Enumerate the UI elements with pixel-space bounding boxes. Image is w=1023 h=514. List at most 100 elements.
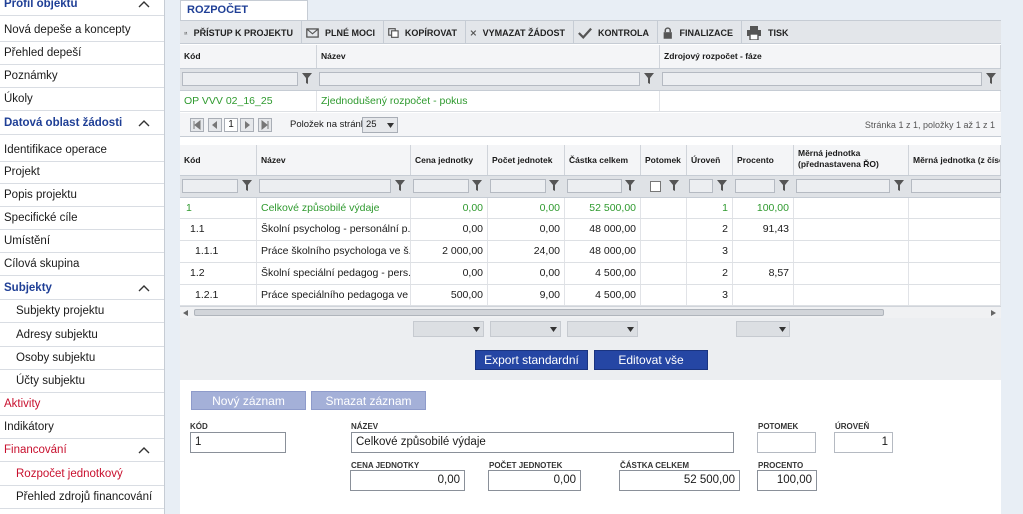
sidebar-item-financovani[interactable]: Financování (0, 439, 164, 462)
chevron-up-icon[interactable] (138, 0, 150, 11)
tab-rozpocet-jednotkovy[interactable]: ROZPOČET JEDNOTKOVÝ (180, 0, 308, 35)
kopirovat-button[interactable]: KOPÍROVAT (384, 21, 466, 44)
sidebar-item-osoby-subjektu[interactable]: Osoby subjektu (0, 347, 164, 370)
finalizace-button[interactable]: FINALIZACE (658, 21, 742, 44)
filter-icon[interactable] (717, 180, 727, 191)
sidebar-item-datova-oblast[interactable]: Datová oblast žádosti (0, 112, 164, 135)
sidebar-item-popis-projektu[interactable]: Popis projektu (0, 184, 164, 207)
filter-icon[interactable] (302, 73, 312, 84)
filter-icon[interactable] (894, 180, 904, 191)
filter-icon[interactable] (549, 180, 559, 191)
column-header-nazev[interactable]: Název (317, 45, 660, 68)
next-page-button[interactable] (240, 118, 254, 132)
table-row[interactable]: 1 Celkové způsobilé výdaje 0,00 0,00 52 … (180, 198, 1001, 219)
table-row[interactable]: 1.1 Školní psycholog - personální p... 0… (180, 219, 1001, 241)
sidebar-item-ukoly[interactable]: Úkoly (0, 88, 164, 111)
column-header-kod[interactable]: Kód (180, 145, 257, 175)
export-standardni-button[interactable]: Export standardní (475, 350, 588, 370)
kontrola-button[interactable]: KONTROLA (574, 21, 658, 44)
last-page-button[interactable] (258, 118, 272, 132)
filter-icon[interactable] (472, 180, 482, 191)
sidebar-item-profil-objektu[interactable]: Profil objektu (0, 0, 164, 16)
sidebar-item-poznamky[interactable]: Poznámky (0, 65, 164, 88)
vymazat-zadost-button[interactable]: VYMAZAT ŽÁDOST (466, 21, 574, 44)
tisk-button[interactable]: TISK (742, 21, 802, 44)
filter-icon[interactable] (242, 180, 252, 191)
smazat-zaznam-button[interactable]: Smazat záznam (311, 391, 426, 410)
filter-input[interactable] (182, 72, 298, 86)
table-row[interactable]: 1.1.1 Práce školního psychologa ve š... … (180, 241, 1001, 263)
sidebar-item-cilova-skupina[interactable]: Cílová skupina (0, 253, 164, 276)
scroll-left-icon[interactable] (183, 310, 188, 316)
filter-input[interactable] (796, 179, 890, 193)
filter-icon[interactable] (669, 180, 679, 191)
sidebar-item-identifikace-operace[interactable]: Identifikace operace (0, 139, 164, 162)
nazev-field[interactable]: Celkové způsobilé výdaje (351, 432, 734, 453)
column-header-zdrojovy-rozpocet[interactable]: Zdrojový rozpočet - fáze (660, 45, 1001, 68)
summary-select-pocet[interactable] (490, 321, 561, 337)
kod-field[interactable]: 1 (190, 432, 286, 453)
scrollbar-thumb[interactable] (194, 309, 884, 316)
column-header-castka-celkem[interactable]: Částka celkem (565, 145, 641, 175)
scroll-right-icon[interactable] (991, 310, 996, 316)
pristup-k-projektu-button[interactable]: PŘÍSTUP K PROJEKTU (180, 21, 302, 44)
editovat-vse-button[interactable]: Editovat vše (594, 350, 708, 370)
potomek-filter-checkbox[interactable] (650, 181, 661, 192)
column-header-uroven[interactable]: Úroveň (687, 145, 733, 175)
filter-input[interactable] (490, 179, 546, 193)
page-number-input[interactable]: 1 (224, 118, 238, 132)
summary-select-castka[interactable] (567, 321, 638, 337)
filter-icon[interactable] (625, 180, 635, 191)
filter-icon[interactable] (395, 180, 405, 191)
uroven-field[interactable]: 1 (834, 432, 893, 453)
sidebar-item-prehled-zdroju[interactable]: Přehled zdrojů financování (0, 486, 164, 509)
sidebar-item-indikatory[interactable]: Indikátory (0, 416, 164, 439)
sidebar-item-rozpocet-jednotkovy[interactable]: Rozpočet jednotkový (0, 463, 164, 486)
cena-jednotky-field[interactable]: 0,00 (350, 470, 465, 491)
column-header-nazev[interactable]: Název (257, 145, 411, 175)
chevron-up-icon[interactable] (138, 283, 150, 295)
sidebar-item-subjekty-projektu[interactable]: Subjekty projektu (0, 300, 164, 323)
sidebar-item-aktivity[interactable]: Aktivity (0, 393, 164, 416)
filter-input[interactable] (413, 179, 469, 193)
table-row[interactable]: 1.2.1 Práce speciálního pedagoga ve ... … (180, 285, 1001, 306)
sidebar-item-adresy-subjektu[interactable]: Adresy subjektu (0, 324, 164, 347)
column-header-potomek[interactable]: Potomek (641, 145, 687, 175)
pocet-jednotek-field[interactable]: 0,00 (488, 470, 581, 491)
sidebar-item-nova-depese[interactable]: Nová depeše a koncepty (0, 19, 164, 42)
column-header-pocet-jednotek[interactable]: Počet jednotek (488, 145, 565, 175)
column-header-procento[interactable]: Procento (733, 145, 794, 175)
summary-select-procento[interactable] (736, 321, 790, 337)
filter-input[interactable] (689, 179, 713, 193)
sidebar-item-umisteni[interactable]: Umístění (0, 230, 164, 253)
chevron-up-icon[interactable] (138, 118, 150, 130)
summary-select-cena[interactable] (413, 321, 484, 337)
column-header-cena-jednotky[interactable]: Cena jednotky (411, 145, 488, 175)
castka-celkem-field[interactable]: 52 500,00 (619, 470, 740, 491)
table-row[interactable]: OP VVV 02_16_25 Zjednodušený rozpočet - … (180, 91, 1001, 112)
novy-zaznam-button[interactable]: Nový záznam (191, 391, 306, 410)
filter-input[interactable] (182, 179, 238, 193)
sidebar-item-subjekty[interactable]: Subjekty (0, 277, 164, 300)
filter-input[interactable] (735, 179, 775, 193)
potomek-field[interactable] (757, 432, 816, 453)
sidebar-item-ucty-subjektu[interactable]: Účty subjektu (0, 370, 164, 393)
chevron-up-icon[interactable] (138, 445, 150, 457)
column-header-kod[interactable]: Kód (180, 45, 317, 68)
sidebar-item-projekt[interactable]: Projekt (0, 161, 164, 184)
table-row[interactable]: 1.2 Školní speciální pedagog - pers... 0… (180, 263, 1001, 285)
per-page-select[interactable]: 25 (362, 117, 398, 133)
plne-moci-button[interactable]: PLNÉ MOCI (302, 21, 384, 44)
horizontal-scrollbar[interactable] (180, 306, 1001, 318)
column-header-merna-jednotka-ro[interactable]: Měrná jednotka (přednastavena ŘO) (794, 145, 909, 175)
first-page-button[interactable] (190, 118, 204, 132)
filter-icon[interactable] (986, 73, 996, 84)
column-header-merna-jednotka-ciselnik[interactable]: Měrná jednotka (z číseln (909, 145, 1001, 175)
procento-field[interactable]: 100,00 (757, 470, 817, 491)
filter-input[interactable] (567, 179, 622, 193)
filter-input[interactable] (319, 72, 640, 86)
filter-icon[interactable] (779, 180, 789, 191)
filter-input[interactable] (911, 179, 1001, 193)
sidebar-item-specificke-cile[interactable]: Specifické cíle (0, 207, 164, 230)
sidebar-item-prehled-depesi[interactable]: Přehled depeší (0, 42, 164, 65)
